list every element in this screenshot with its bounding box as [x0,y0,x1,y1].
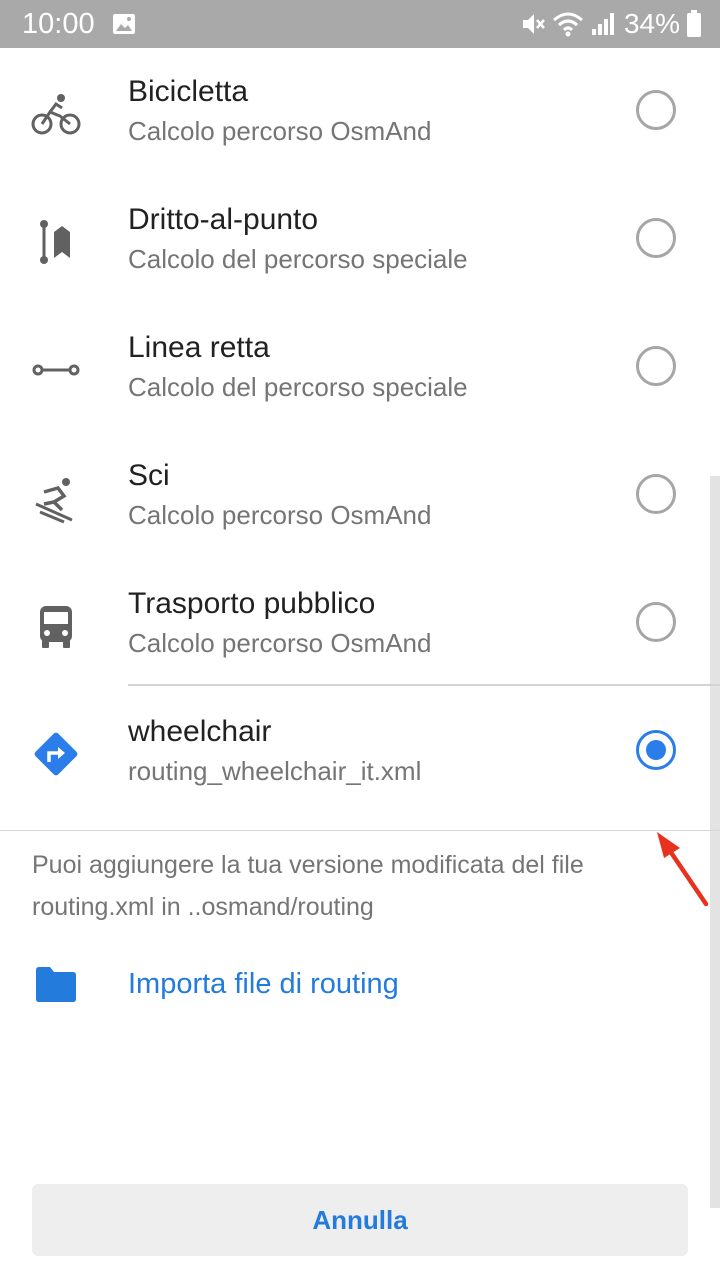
signal-icon [591,13,614,35]
battery-icon [687,10,701,37]
route-title: Sci [128,459,170,492]
radio-button[interactable] [636,474,676,514]
route-title: Linea retta [128,331,270,364]
status-bar: 10:00 34% [0,0,720,48]
route-item-sci[interactable]: Sci Calcolo percorso OsmAnd [0,432,720,560]
image-icon [113,14,135,34]
route-item-trasporto-pubblico[interactable]: Trasporto pubblico Calcolo percorso OsmA… [0,560,720,688]
route-subtitle: routing_wheelchair_it.xml [128,756,422,786]
turn-right-sign-icon [34,732,78,776]
straight-line-icon [32,364,80,376]
status-icons: 34% [520,6,702,42]
hint-text: Puoi aggiungere la tua versione modifica… [32,851,584,921]
route-title: Bicicletta [128,75,249,108]
folder-icon [36,967,76,1002]
bicycle-icon [31,94,81,135]
battery-percentage: 34% [623,8,680,39]
wifi-icon [552,12,583,37]
skiing-icon [35,478,73,524]
route-item-dritto-al-punto[interactable]: Dritto-al-punto Calcolo del percorso spe… [0,176,720,304]
route-subtitle: Calcolo percorso OsmAnd [128,500,432,530]
radio-button-selected[interactable] [636,730,676,770]
route-title: Trasporto pubblico [128,587,376,620]
mute-icon [522,14,545,34]
list-divider [128,684,720,686]
route-item-linea-retta[interactable]: Linea retta Calcolo del percorso special… [0,304,720,432]
route-subtitle: Calcolo percorso OsmAnd [128,628,432,658]
route-subtitle: Calcolo del percorso speciale [128,372,468,402]
radio-button[interactable] [636,218,676,258]
route-subtitle: Calcolo percorso OsmAnd [128,116,432,146]
section-divider [0,830,720,831]
radio-button[interactable] [636,90,676,130]
route-title: Dritto-al-punto [128,203,319,236]
radio-button[interactable] [636,346,676,386]
route-item-wheelchair[interactable]: wheelchair routing_wheelchair_it.xml [0,688,720,816]
cancel-button[interactable]: Annulla [32,1184,688,1256]
direct-to-point-icon [40,220,70,264]
import-routing-file-button[interactable]: Importa file di routing [0,948,720,1024]
import-label: Importa file di routing [128,968,399,1000]
radio-dot [646,740,666,760]
status-time: 10:00 [22,8,95,40]
routing-selection-sheet: Bicicletta Calcolo percorso OsmAnd Dritt… [0,48,720,1280]
route-subtitle: Calcolo del percorso speciale [128,244,468,274]
radio-button[interactable] [636,602,676,642]
route-item-bicicletta[interactable]: Bicicletta Calcolo percorso OsmAnd [0,48,720,176]
bus-icon [40,606,72,648]
route-title: wheelchair [128,715,272,748]
